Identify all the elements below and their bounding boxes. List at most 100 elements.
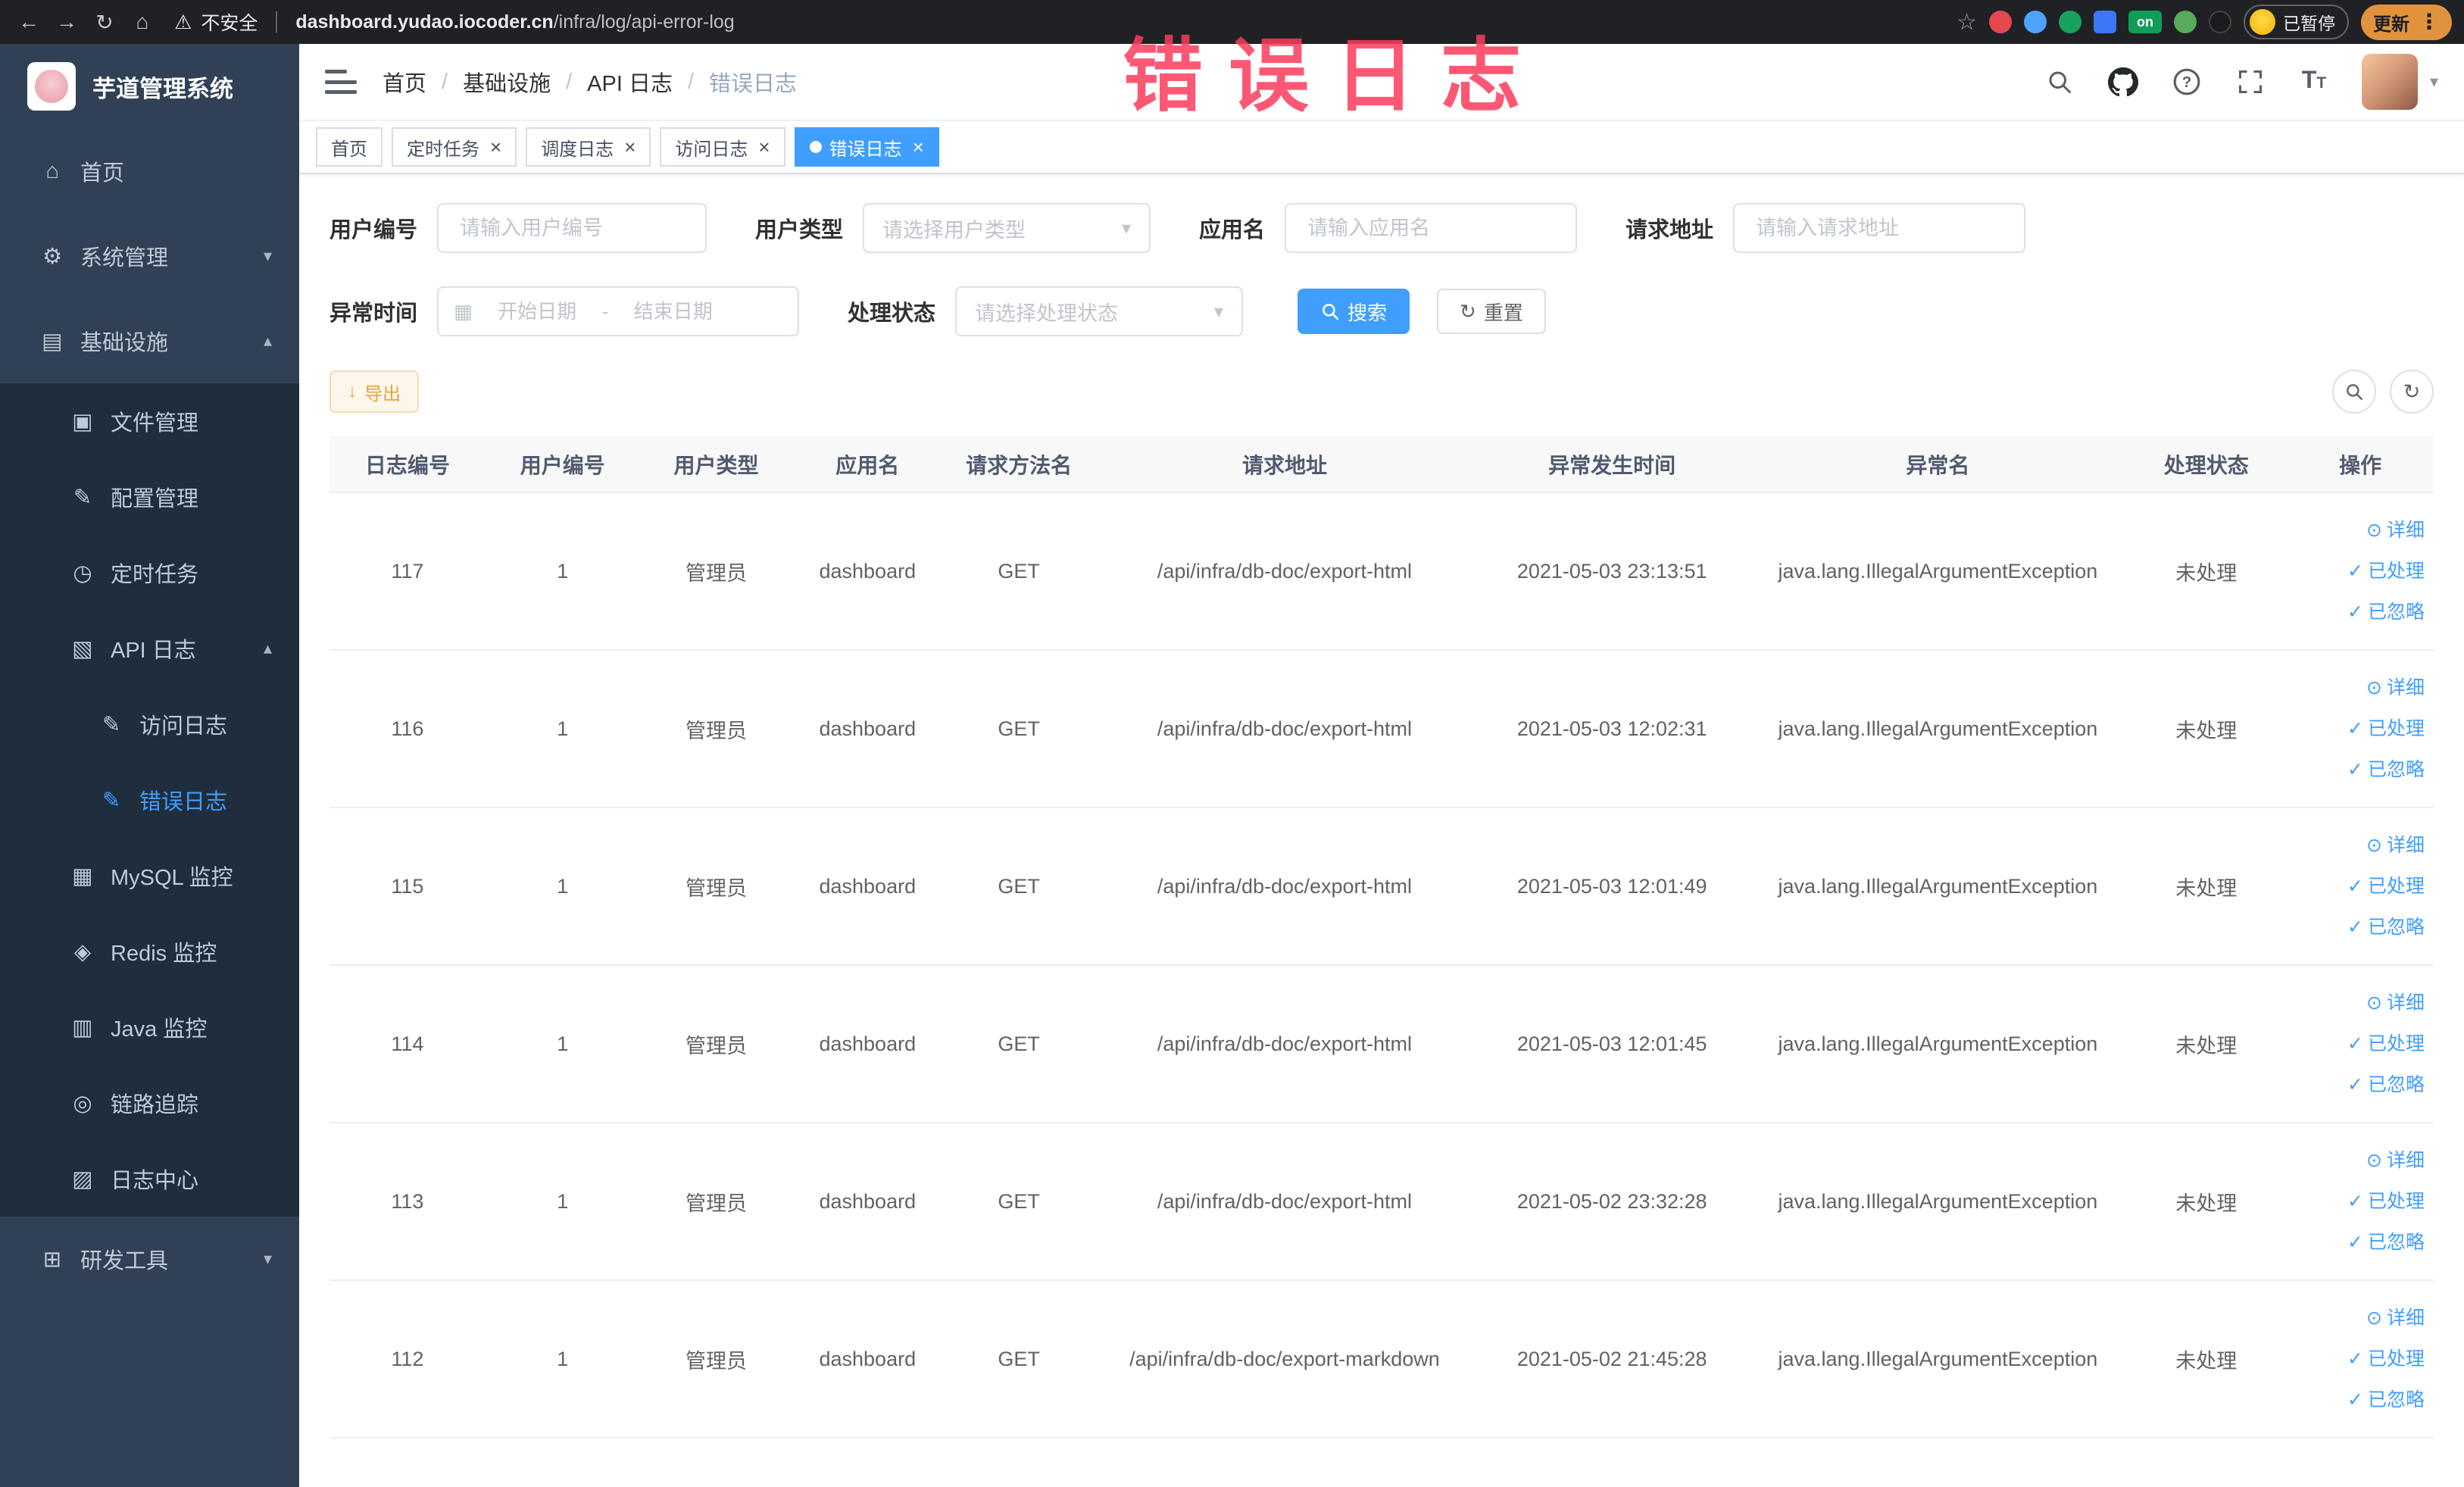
sidebar-item-java-monitor[interactable]: ▥ Java 监控 [0, 989, 299, 1065]
user-id-input[interactable] [437, 203, 707, 253]
tab-error-log[interactable]: 错误日志 × [794, 127, 939, 167]
browser-home-icon[interactable]: ⌂ [126, 5, 159, 39]
navbar-right: ? TT ▾ [2044, 54, 2438, 110]
detail-link[interactable]: ⊙ 详细 [2293, 1298, 2425, 1339]
close-icon[interactable]: × [490, 137, 501, 157]
end-date-input[interactable] [614, 299, 732, 323]
ignore-link[interactable]: ✓ 已忽略 [2293, 1064, 2425, 1105]
detail-link[interactable]: ⊙ 详细 [2293, 982, 2425, 1023]
tab-cron-job[interactable]: 定时任务 × [392, 127, 517, 167]
security-chip[interactable]: ⚠ 不安全 [174, 8, 258, 36]
processed-link[interactable]: ✓ 已处理 [2293, 551, 2425, 592]
sidebar-item-home[interactable]: ⌂ 首页 [0, 129, 299, 214]
help-icon[interactable]: ? [2171, 66, 2203, 98]
column-header-id: 日志编号 [329, 436, 486, 493]
app-name-input[interactable] [1285, 203, 1578, 253]
logo[interactable]: 芋道管理系统 [0, 44, 299, 129]
user-menu[interactable]: ▾ [2361, 54, 2438, 110]
cell-user_id: 1 [485, 650, 640, 808]
sidebar-item-config-manage[interactable]: ✎ 配置管理 [0, 459, 299, 535]
breadcrumb: 首页 / 基础设施 / API 日志 / 错误日志 [383, 66, 797, 98]
sidebar-item-file-manage[interactable]: ▣ 文件管理 [0, 383, 299, 459]
column-header-time: 异常发生时间 [1473, 436, 1750, 493]
ignore-link[interactable]: ✓ 已忽略 [2293, 749, 2425, 790]
detail-link[interactable]: ⊙ 详细 [2293, 667, 2425, 708]
sidebar-item-label: 日志中心 [111, 1169, 199, 1193]
fullscreen-icon[interactable] [2234, 66, 2266, 98]
refresh-table-button[interactable]: ↻ [2390, 370, 2434, 414]
breadcrumb-item[interactable]: 首页 [383, 66, 426, 98]
sidebar-item-redis-monitor[interactable]: ◈ Redis 监控 [0, 914, 299, 989]
github-icon[interactable] [2107, 66, 2139, 98]
export-button[interactable]: ↓ 导出 [329, 370, 419, 413]
check-icon: ✓ [2347, 1348, 2363, 1370]
processed-link[interactable]: ✓ 已处理 [2293, 708, 2425, 749]
reload-icon[interactable]: ↻ [88, 5, 121, 39]
process-status-select[interactable]: 请选择处理状态 ▾ [955, 286, 1244, 336]
font-size-icon[interactable]: TT [2298, 66, 2330, 98]
search-icon[interactable] [2044, 66, 2075, 98]
tab-label: 调度日志 [541, 139, 614, 160]
bookmark-star-icon[interactable]: ☆ [1957, 9, 1977, 36]
sidebar-item-system-manage[interactable]: ⚙ 系统管理 ▾ [0, 214, 299, 298]
processed-link[interactable]: ✓ 已处理 [2293, 1181, 2425, 1222]
extension-icon[interactable] [2059, 11, 2081, 33]
start-date-input[interactable] [478, 299, 596, 323]
processed-link[interactable]: ✓ 已处理 [2293, 1339, 2425, 1379]
tab-job-log[interactable]: 调度日志 × [526, 127, 651, 167]
user-type-select[interactable]: 请选择用户类型 ▾ [863, 203, 1151, 253]
sidebar-item-label: 首页 [80, 161, 125, 186]
sidebar-item-infrastructure[interactable]: ▤ 基础设施 ▴ [0, 298, 299, 383]
cell-method: GET [942, 650, 1095, 808]
extension-icon[interactable] [1989, 11, 2012, 33]
request-url-input[interactable] [1733, 203, 2026, 253]
sidebar-item-trace[interactable]: ◎ 链路追踪 [0, 1065, 299, 1141]
profile-paused-chip[interactable]: 已暂停 [2244, 5, 2349, 39]
detail-link[interactable]: ⊙ 详细 [2293, 825, 2425, 866]
extension-icon[interactable] [2024, 11, 2047, 33]
processed-link[interactable]: ✓ 已处理 [2293, 866, 2425, 907]
breadcrumb-item[interactable]: 基础设施 [463, 66, 551, 98]
extension-icon[interactable] [2094, 11, 2116, 33]
ignore-link[interactable]: ✓ 已忽略 [2293, 1379, 2425, 1420]
sidebar-item-log-center[interactable]: ▨ 日志中心 [0, 1141, 299, 1217]
toggle-search-button[interactable] [2332, 370, 2376, 414]
browser-update-button[interactable]: 更新 ⋮ [2361, 4, 2452, 40]
tab-home[interactable]: 首页 [316, 127, 383, 167]
detail-link[interactable]: ⊙ 详细 [2293, 1140, 2425, 1181]
cell-time: 2021-05-02 21:45:28 [1473, 1280, 1750, 1439]
exception-time-range-picker[interactable]: ▦ - [437, 286, 800, 336]
extension-on-badge[interactable]: on [2128, 11, 2162, 33]
tab-access-log[interactable]: 访问日志 × [660, 127, 785, 167]
reset-button[interactable]: ↻ 重置 [1437, 289, 1546, 334]
api-log-icon: ▧ [72, 636, 93, 661]
close-icon[interactable]: × [758, 137, 770, 157]
forward-icon[interactable]: → [50, 5, 83, 39]
ignore-link[interactable]: ✓ 已忽略 [2293, 907, 2425, 948]
ignore-link[interactable]: ✓ 已忽略 [2293, 592, 2425, 633]
ignore-link[interactable]: ✓ 已忽略 [2293, 1222, 2425, 1263]
sidebar-item-access-log[interactable]: ✎ 访问日志 [0, 686, 299, 762]
processed-link[interactable]: ✓ 已处理 [2293, 1023, 2425, 1064]
close-icon[interactable]: × [624, 137, 636, 157]
extension-icon[interactable] [2174, 11, 2197, 33]
close-icon[interactable]: × [913, 137, 924, 157]
sidebar: 芋道管理系统 ⌂ 首页 ⚙ 系统管理 ▾ ▤ 基础设施 ▴ ▣ 文件管理 ✎ 配置管理 ◷ 定时任务 ▧ AP… [0, 44, 299, 1487]
access-log-icon: ✎ [101, 712, 121, 737]
sidebar-item-api-log[interactable]: ▧ API 日志 ▴ [0, 611, 299, 686]
tab-label: 访问日志 [675, 139, 748, 160]
address-bar[interactable]: dashboard.yudao.iocoder.cn/infra/log/api… [295, 11, 734, 33]
search-button[interactable]: 搜索 [1298, 289, 1410, 334]
table-row: 112 1 管理员 dashboard GET/api/infra/db-doc/exp… [329, 1280, 2434, 1439]
sidebar-item-mysql-monitor[interactable]: ▦ MySQL 监控 [0, 838, 299, 914]
breadcrumb-item[interactable]: API 日志 [587, 66, 673, 98]
back-icon[interactable]: ← [12, 5, 45, 39]
sidebar-item-cron-job[interactable]: ◷ 定时任务 [0, 535, 299, 611]
hamburger-icon[interactable] [325, 70, 357, 94]
cell-status: 未处理 [2125, 808, 2288, 966]
detail-link[interactable]: ⊙ 详细 [2293, 510, 2425, 551]
extension-icon[interactable] [2209, 11, 2231, 33]
sidebar-item-error-log[interactable]: ✎ 错误日志 [0, 762, 299, 838]
filter-label: 用户类型 [755, 218, 844, 242]
sidebar-item-dev-tools[interactable]: ⊞ 研发工具 ▾ [0, 1217, 299, 1301]
